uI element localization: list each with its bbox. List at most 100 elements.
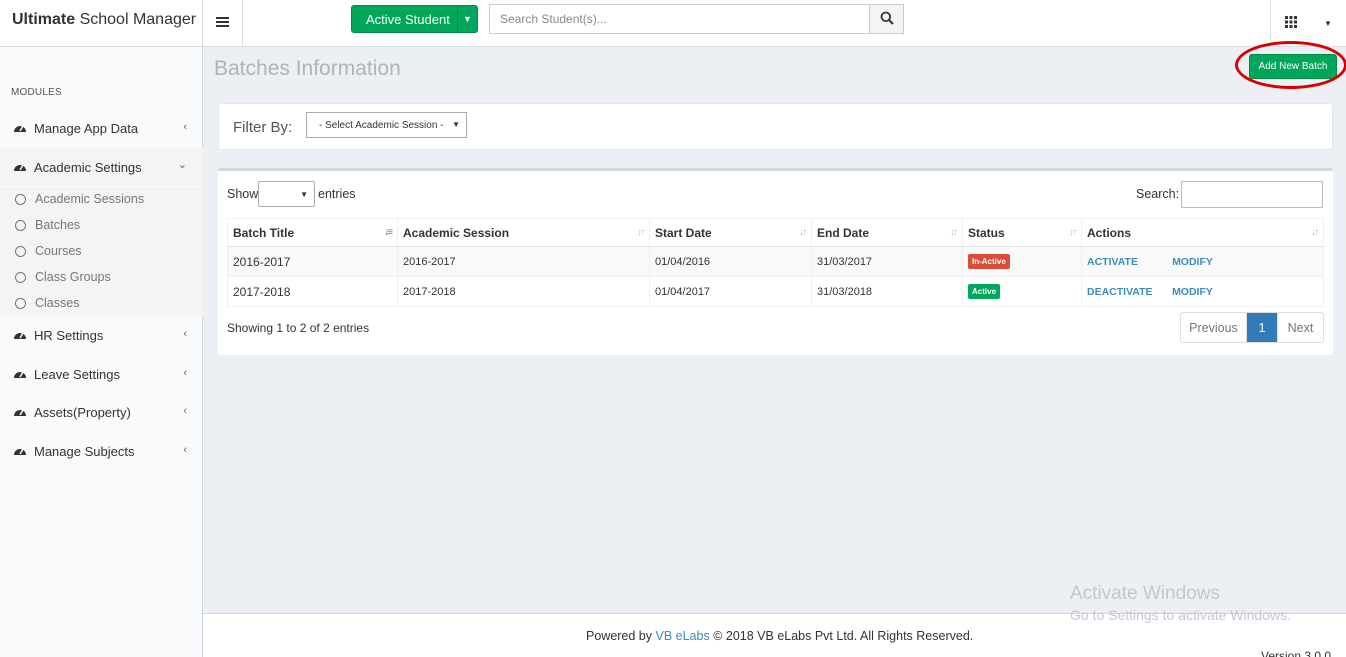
caret-down-icon: ▼ [300, 190, 308, 199]
batches-table: Batch Title ↓≡ Academic Session ↓↑ Start D… [227, 218, 1324, 307]
column-header-label: Batch Title [233, 225, 295, 240]
circle-icon [15, 219, 26, 231]
filter-panel: Filter By: - Select Academic Session - ▼ [218, 103, 1333, 150]
table-search-label: Search: [1136, 187, 1180, 201]
powered-by-label: Powered by [586, 629, 653, 643]
dashboard-icon [13, 121, 27, 135]
academic-session-select[interactable]: - Select Academic Session - ▼ [306, 112, 467, 138]
filter-label: Filter By: [233, 119, 293, 136]
entries-label: entries [318, 187, 356, 201]
submenu-item-classes[interactable]: Classes [0, 290, 203, 316]
sidebar-item-assets[interactable]: Assets(Property) ‹ [0, 393, 203, 431]
page-length-select[interactable]: ▼ [258, 181, 315, 207]
caret-down-icon[interactable]: ▼ [457, 6, 477, 32]
sidebar-item-label: Leave Settings [34, 366, 121, 382]
activate-link[interactable]: ACTIVATE [1087, 256, 1169, 268]
sidebar-item-manage-subjects[interactable]: Manage Subjects ‹ [0, 432, 203, 470]
select-value: - Select Academic Session - [319, 119, 444, 131]
submenu-item-courses[interactable]: Courses [0, 238, 203, 264]
submenu-item-label: Courses [35, 244, 82, 258]
sidebar-item-label: Academic Settings [34, 159, 142, 175]
submenu-item-label: Classes [35, 296, 80, 310]
cell-start-date: 01/04/2016 [649, 246, 812, 277]
column-header-batch-title[interactable]: Batch Title ↓≡ [227, 218, 398, 247]
windows-activation-watermark: Activate Windows Go to Settings to activ… [1070, 583, 1291, 623]
column-header-label: Start Date [655, 225, 712, 240]
table-row: 2016-2017 2016-2017 01/04/2016 31/03/201… [227, 246, 1324, 277]
cell-batch-title: 2017-2018 [227, 276, 398, 307]
column-header-start-date[interactable]: Start Date ↓↑ [649, 218, 812, 247]
brand-bold: Ultimate [12, 11, 76, 28]
watermark-title: Activate Windows [1070, 583, 1220, 604]
page-button-1[interactable]: 1 [1247, 313, 1277, 342]
modify-link[interactable]: MODIFY [1172, 256, 1213, 268]
sort-icon: ↓↑ [637, 227, 645, 238]
chevron-left-icon: ‹ [183, 328, 187, 340]
sidebar: MODULES Manage App Data ‹ Academic Setti… [0, 47, 203, 657]
sidebar-item-label: Assets(Property) [34, 404, 131, 420]
sidebar-item-label: Manage Subjects [34, 443, 135, 459]
cell-status: In-Active [962, 246, 1082, 277]
sort-asc-icon: ↓≡ [384, 227, 393, 238]
sidebar-item-academic-settings[interactable]: Academic Settings ⌄ [0, 148, 203, 186]
copyright-text: © 2018 VB eLabs Pvt Ltd. All Rights Rese… [713, 629, 974, 643]
top-navbar: Ultimate School Manager Active Student ▼… [0, 0, 1346, 47]
submenu-item-batches[interactable]: Batches [0, 212, 203, 238]
active-student-label: Active Student [366, 11, 450, 27]
app-brand[interactable]: Ultimate School Manager [0, 0, 203, 47]
column-header-actions[interactable]: Actions ↓↑ [1081, 218, 1324, 247]
company-link[interactable]: VB eLabs [656, 629, 710, 643]
submenu-item-class-groups[interactable]: Class Groups [0, 264, 203, 290]
deactivate-link[interactable]: DEACTIVATE [1087, 286, 1169, 298]
column-header-end-date[interactable]: End Date ↓↑ [811, 218, 963, 247]
table-row: 2017-2018 2017-2018 01/04/2017 31/03/201… [227, 276, 1324, 307]
sidebar-item-hr-settings[interactable]: HR Settings ‹ [0, 316, 203, 354]
circle-icon [15, 297, 26, 309]
submenu-item-academic-sessions[interactable]: Academic Sessions [0, 186, 203, 212]
column-header-status[interactable]: Status ↓↑ [962, 218, 1082, 247]
student-search [489, 4, 904, 34]
show-label: Show [227, 187, 259, 201]
table-header-row: Batch Title ↓≡ Academic Session ↓↑ Start D… [227, 218, 1324, 247]
dashboard-icon [13, 367, 27, 381]
cell-start-date: 01/04/2017 [649, 276, 812, 307]
apps-grid-button[interactable] [1270, 0, 1310, 47]
active-student-button[interactable]: Active Student ▼ [351, 5, 478, 33]
dashboard-icon [13, 160, 27, 174]
user-menu-dropdown[interactable]: ▼ [1310, 0, 1346, 47]
dashboard-icon [13, 405, 27, 419]
caret-down-icon: ▼ [1324, 19, 1332, 28]
student-search-input[interactable] [489, 4, 869, 34]
sidebar-item-manage-app-data[interactable]: Manage App Data ‹ [0, 109, 203, 147]
cell-actions: DEACTIVATE MODIFY [1081, 276, 1324, 307]
cell-end-date: 31/03/2017 [811, 246, 963, 277]
column-header-label: Actions [1087, 225, 1132, 240]
caret-down-icon: ▼ [452, 120, 460, 129]
next-page-button[interactable]: Next [1277, 313, 1323, 342]
column-header-label: Academic Session [403, 225, 510, 240]
table-info: Showing 1 to 2 of 2 entries [227, 321, 370, 335]
search-button[interactable] [869, 4, 904, 34]
previous-page-button[interactable]: Previous [1181, 313, 1247, 342]
cell-end-date: 31/03/2018 [811, 276, 963, 307]
column-header-academic-session[interactable]: Academic Session ↓↑ [397, 218, 650, 247]
column-header-label: Status [968, 225, 1005, 240]
chevron-left-icon: ‹ [183, 121, 187, 133]
hamburger-icon [216, 15, 229, 33]
watermark-subtitle: Go to Settings to activate Windows. [1070, 607, 1291, 623]
chevron-left-icon: ‹ [183, 367, 187, 379]
version-label: Version 3.0.0 [1261, 649, 1332, 657]
sidebar-item-leave-settings[interactable]: Leave Settings ‹ [0, 355, 203, 393]
sort-icon: ↓↑ [950, 227, 958, 238]
cell-actions: ACTIVATE MODIFY [1081, 246, 1324, 277]
status-badge: Active [968, 284, 1001, 299]
table-search-input[interactable] [1181, 181, 1323, 208]
submenu-item-label: Batches [35, 218, 81, 232]
batches-table-panel: Show ▼ entries Search: Batch Title ↓≡ Aca… [218, 168, 1333, 355]
add-new-batch-button[interactable]: Add New Batch [1249, 54, 1337, 79]
search-icon [880, 11, 894, 28]
sidebar-toggle-button[interactable] [203, 0, 243, 47]
modify-link[interactable]: MODIFY [1172, 286, 1213, 298]
chevron-left-icon: ‹ [183, 444, 187, 456]
circle-icon [15, 193, 26, 205]
